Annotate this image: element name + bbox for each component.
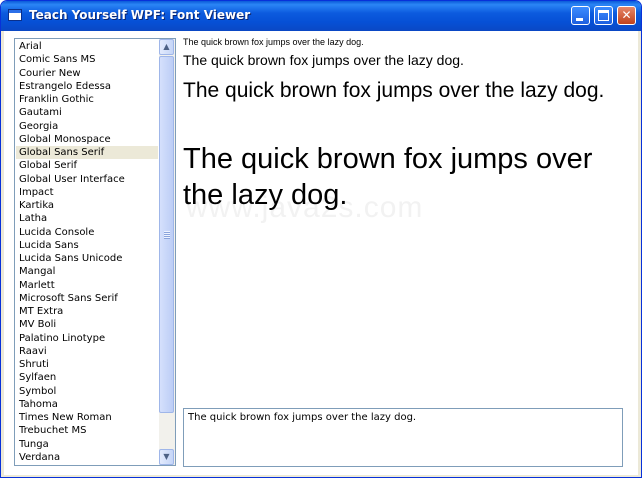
font-list-item[interactable]: Mangal [16,265,158,278]
preview-text-xlarge: The quick brown fox jumps over the lazy … [183,143,593,211]
font-list-items: Arial Comic Sans MS Courier New Estrangelo … [16,40,158,464]
font-list-item[interactable]: Impact [16,186,158,199]
client-area: Arial Comic Sans MS Courier New Estrangelo … [4,31,638,475]
font-list-item[interactable]: Lucida Sans [16,239,158,252]
scroll-thumb[interactable] [159,56,174,413]
font-list-item[interactable]: MT Extra [16,305,158,318]
font-list[interactable]: Arial Comic Sans MS Courier New Estrangelo … [14,38,176,466]
font-list-item[interactable]: Global User Interface [16,173,158,186]
minimize-icon [576,18,583,21]
font-list-scrollbar[interactable]: ▲ ▼ [159,39,175,465]
font-list-item[interactable]: Microsoft Sans Serif [16,292,158,305]
font-list-item[interactable]: Tunga [16,438,158,451]
font-list-item[interactable]: Tahoma [16,398,158,411]
font-list-item[interactable]: Marlett [16,279,158,292]
font-list-item[interactable]: Global Sans Serif [16,146,158,160]
font-list-item[interactable]: Trebuchet MS [16,424,158,437]
chevron-down-icon: ▼ [163,452,170,461]
scroll-down-button[interactable]: ▼ [159,449,174,465]
app-window: Teach Yourself WPF: Font Viewer ✕ Arial C… [0,0,642,478]
font-list-item[interactable]: Lucida Console [16,226,158,239]
close-icon: ✕ [621,8,632,22]
window-title: Teach Yourself WPF: Font Viewer [29,8,251,22]
minimize-button[interactable] [571,6,590,25]
window-icon[interactable] [8,9,22,21]
font-list-item[interactable]: Estrangelo Edessa [16,80,158,93]
font-list-item[interactable]: Global Serif [16,159,158,172]
scroll-up-button[interactable]: ▲ [159,39,174,55]
font-list-item[interactable]: Latha [16,212,158,225]
title-bar[interactable]: Teach Yourself WPF: Font Viewer ✕ [1,1,641,31]
close-button[interactable]: ✕ [617,6,636,25]
font-list-item[interactable]: Palatino Linotype [16,332,158,345]
font-list-item[interactable]: Global Monospace [16,133,158,146]
preview-text-small: The quick brown fox jumps over the lazy … [183,37,364,47]
font-list-item[interactable]: Arial [16,40,158,53]
maximize-icon [598,10,609,21]
font-list-item[interactable]: Comic Sans MS [16,53,158,66]
font-list-item[interactable]: Verdana [16,451,158,464]
preview-text-medium: The quick brown fox jumps over the lazy … [183,52,464,68]
grip-icon [164,231,170,239]
sample-text-input[interactable]: The quick brown fox jumps over the lazy … [183,408,623,467]
font-list-item[interactable]: Shruti [16,358,158,371]
font-list-item[interactable]: Symbol [16,385,158,398]
chevron-up-icon: ▲ [163,42,170,51]
maximize-button[interactable] [594,6,613,25]
font-list-item[interactable]: Kartika [16,199,158,212]
preview-text-large: The quick brown fox jumps over the lazy … [183,79,605,102]
font-list-item[interactable]: Franklin Gothic [16,93,158,106]
font-list-item[interactable]: MV Boli [16,318,158,331]
font-list-item[interactable]: Raavi [16,345,158,358]
font-list-item[interactable]: Sylfaen [16,371,158,384]
font-list-item[interactable]: Gautami [16,106,158,119]
font-list-item[interactable]: Georgia [16,120,158,133]
font-list-item[interactable]: Times New Roman [16,411,158,424]
font-list-item[interactable]: Courier New [16,67,158,80]
font-list-item[interactable]: Lucida Sans Unicode [16,252,158,265]
